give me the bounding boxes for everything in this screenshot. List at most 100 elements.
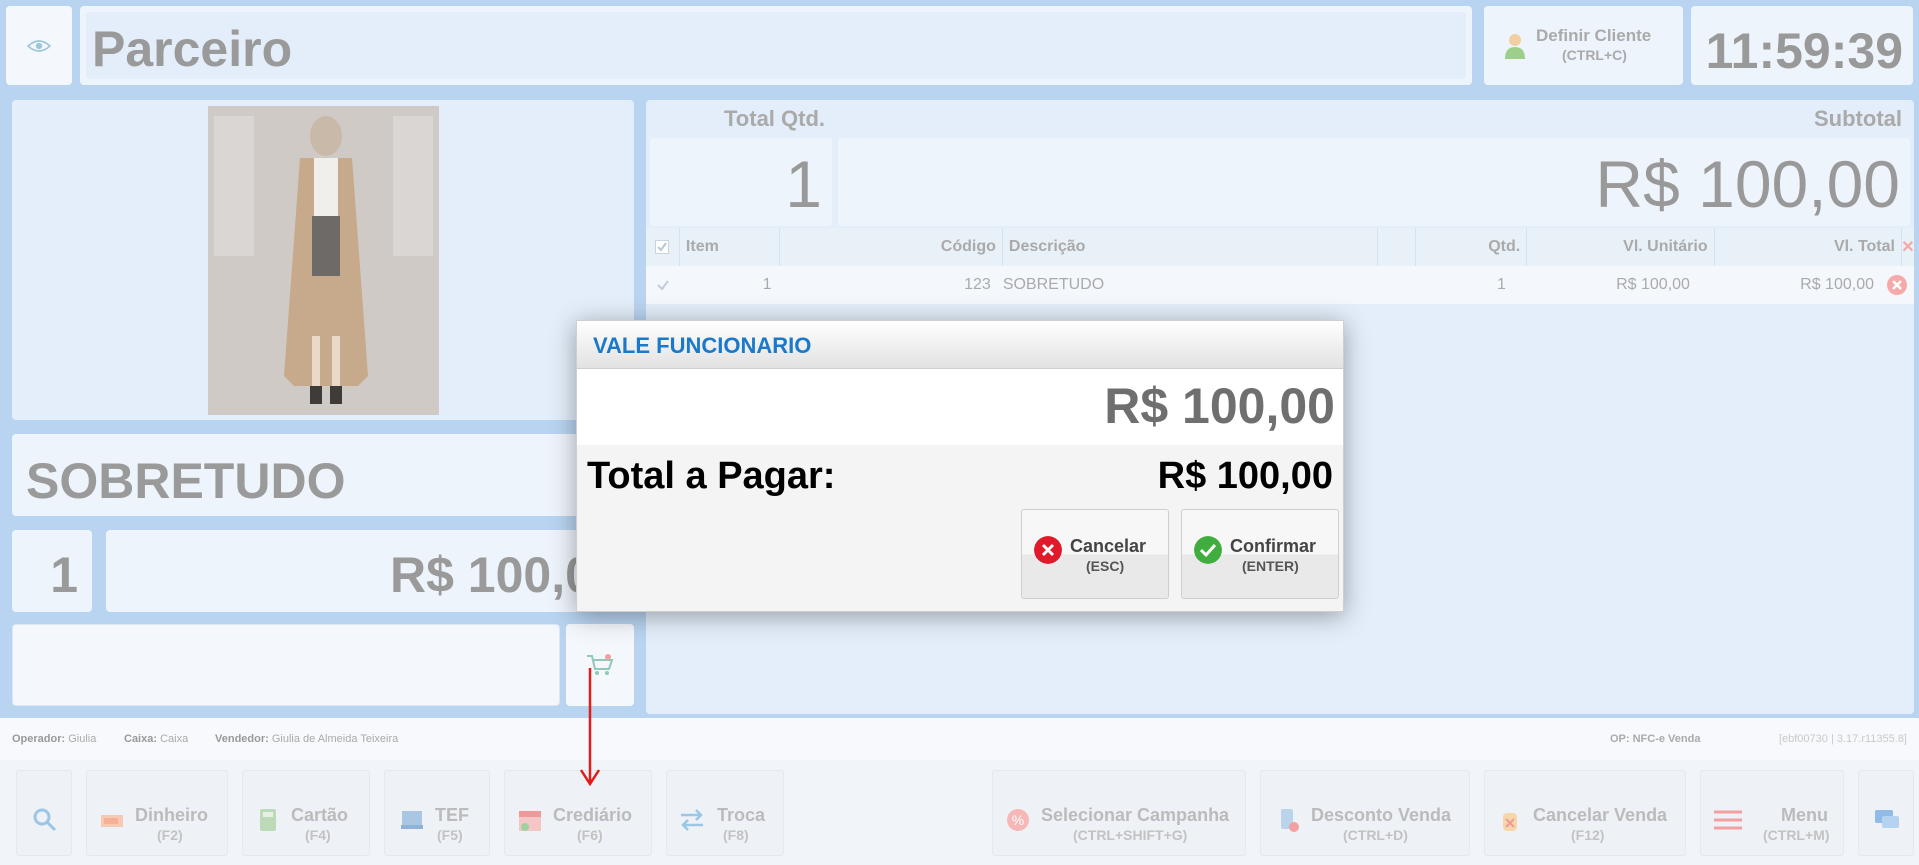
cancel-button[interactable]: Cancelar (ESC) <box>1021 509 1169 599</box>
card-icon <box>260 809 276 831</box>
dialog-amount: R$ 100,00 <box>1104 378 1335 434</box>
partner-title-bar: Parceiro <box>80 6 1472 85</box>
dialog-header: VALE FUNCIONARIO <box>577 321 1343 369</box>
subtotal-value: R$ 100,00 <box>1595 147 1900 221</box>
define-client-label: Definir Cliente <box>1536 26 1652 45</box>
operation-info: OP: NFC-e Venda <box>1610 733 1701 745</box>
version-info: [ebf00730 | 3.17.r11355.8] <box>1778 733 1907 745</box>
clock-time: 11:59:39 <box>1705 23 1903 79</box>
total-qty-box: 1 <box>650 138 832 226</box>
vendedor-info: Vendedor: Giulia de Almeida Teixeira <box>215 733 399 745</box>
cancelar-venda-label: Cancelar Venda <box>1533 805 1668 825</box>
cartao-button[interactable]: Cartão (F4) <box>242 770 370 856</box>
cash-icon <box>101 815 123 827</box>
cell-qtd: 1 <box>1496 276 1506 293</box>
col-unitario: Vl. Unitário <box>1527 228 1715 266</box>
product-name-panel: SOBRETUDO <box>12 434 634 516</box>
define-client-shortcut: (CTRL+C) <box>1562 47 1627 63</box>
cartao-label: Cartão <box>291 805 349 825</box>
selecionar-campanha-button[interactable]: % Selecionar Campanha (CTRL+SHIFT+G) <box>992 770 1246 856</box>
remove-all-icon[interactable]: ✕ <box>1901 228 1914 266</box>
visibility-toggle-button[interactable] <box>6 6 72 85</box>
page-title: Parceiro <box>92 21 293 77</box>
crediario-label: Crediário <box>553 805 633 825</box>
col-total: Vl. Total <box>1715 228 1902 266</box>
cell-total: R$ 100,00 <box>1800 276 1874 293</box>
cancelar-venda-button[interactable]: Cancelar Venda (F12) <box>1484 770 1686 856</box>
col-item: Item <box>680 228 780 266</box>
troca-label: Troca <box>717 805 766 825</box>
discount-icon <box>1281 809 1299 832</box>
troca-shortcut: (F8) <box>723 827 749 843</box>
cartao-shortcut: (F4) <box>305 827 331 843</box>
dinheiro-label: Dinheiro <box>135 805 209 825</box>
percent-icon: % <box>1007 809 1029 831</box>
caixa-info: Caixa: Caixa <box>124 733 189 745</box>
annotation-arrow-icon <box>580 668 600 787</box>
search-button[interactable] <box>16 770 72 856</box>
dinheiro-shortcut: (F2) <box>157 827 183 843</box>
menu-label: Menu <box>1781 805 1828 825</box>
product-quantity: 1 <box>50 547 78 603</box>
product-price-panel: R$ 100,00 <box>106 530 634 612</box>
payment-dialog: VALE FUNCIONARIO R$ 100,00 Total a Pagar… <box>576 320 1344 612</box>
dinheiro-button[interactable]: Dinheiro (F2) <box>86 770 228 856</box>
table-row[interactable]: 1 123 SOBRETUDO 1 R$ 100,00 R$ 100,00 <box>646 266 1914 304</box>
menu-shortcut: (CTRL+M) <box>1763 827 1830 843</box>
product-code-input[interactable] <box>12 624 560 706</box>
menu-button[interactable]: Menu (CTRL+M) <box>1700 770 1844 856</box>
subtotal-box: R$ 100,00 <box>838 138 1910 226</box>
cell-item: 1 <box>762 276 772 293</box>
select-all-checkbox[interactable] <box>646 228 680 266</box>
crediario-button[interactable]: Crediário (F6) <box>504 770 652 856</box>
eye-icon <box>27 39 51 52</box>
col-codigo: Código <box>780 228 1003 266</box>
confirm-button[interactable]: Confirmar (ENTER) <box>1181 509 1339 599</box>
tef-icon <box>401 811 423 829</box>
selecionar-campanha-shortcut: (CTRL+SHIFT+G) <box>1073 827 1188 843</box>
product-image-panel <box>12 100 634 420</box>
desconto-venda-shortcut: (CTRL+D) <box>1343 827 1408 843</box>
action-bar: Dinheiro (F2) Cartão (F4) TEF (F5) Credi… <box>0 760 1919 865</box>
product-image <box>208 106 439 415</box>
chat-icon <box>1875 810 1899 828</box>
crediario-shortcut: (F6) <box>577 827 603 843</box>
subtotal-label: Subtotal <box>1814 106 1902 131</box>
clock: 11:59:39 <box>1691 6 1913 85</box>
add-to-cart-button[interactable] <box>566 624 634 706</box>
remove-icon <box>1887 275 1907 295</box>
product-name: SOBRETUDO <box>26 453 346 509</box>
cancelar-venda-shortcut: (F12) <box>1571 827 1605 843</box>
remove-item-button[interactable] <box>1880 266 1914 304</box>
status-bar: Operador: Giulia Caixa: Caixa Vendedor: … <box>0 718 1919 760</box>
cancel-shortcut: (ESC) <box>1086 558 1125 574</box>
confirm-shortcut: (ENTER) <box>1242 558 1299 574</box>
check-icon <box>657 280 669 291</box>
total-to-pay-label: Total a Pagar: <box>587 455 836 497</box>
swap-icon <box>681 809 703 831</box>
cell-unitario: R$ 100,00 <box>1616 276 1690 293</box>
dialog-title: VALE FUNCIONARIO <box>593 333 812 358</box>
col-spacer <box>1378 228 1416 266</box>
cancel-label: Cancelar <box>1070 536 1147 556</box>
items-table: Item Código Descrição Qtd. Vl. Unitário … <box>646 228 1915 304</box>
total-qty-label: Total Qtd. <box>724 106 826 131</box>
desconto-venda-button[interactable]: Desconto Venda (CTRL+D) <box>1260 770 1470 856</box>
cancel-icon <box>1034 536 1062 564</box>
row-checkbox[interactable] <box>646 266 680 304</box>
selecionar-campanha-label: Selecionar Campanha <box>1041 805 1230 825</box>
operador-info: Operador: Giulia <box>12 733 97 745</box>
cancel-hand-icon <box>1503 813 1517 831</box>
user-icon <box>1505 34 1525 59</box>
total-qty-value: 1 <box>785 147 822 221</box>
tef-button[interactable]: TEF (F5) <box>384 770 490 856</box>
product-quantity-panel: 1 <box>12 530 92 612</box>
troca-button[interactable]: Troca (F8) <box>666 770 784 856</box>
svg-text:%: % <box>1012 812 1024 828</box>
confirm-icon <box>1194 536 1222 564</box>
tef-label: TEF <box>435 805 469 825</box>
chat-button[interactable] <box>1858 770 1914 856</box>
col-descricao: Descrição <box>1003 228 1378 266</box>
dialog-amount-field[interactable]: R$ 100,00 <box>577 369 1343 445</box>
define-client-button[interactable]: Definir Cliente (CTRL+C) <box>1484 6 1683 85</box>
